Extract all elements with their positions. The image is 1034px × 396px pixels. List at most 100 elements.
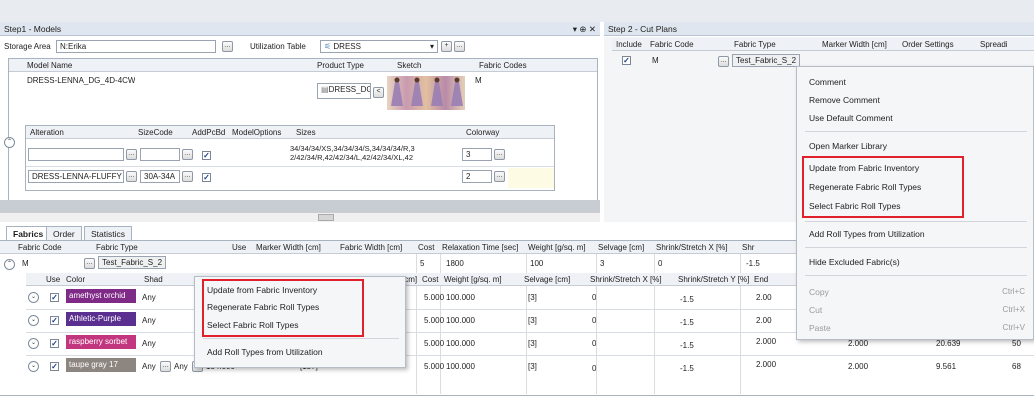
shrink-x-cell[interactable]: 0 [592,339,596,348]
header-fabric-code[interactable]: Fabric Code [650,40,694,49]
header-selvage[interactable]: Selvage [cm] [524,275,570,284]
shade-cell[interactable]: Any [142,362,156,371]
shade2-cell[interactable]: Any [174,362,188,371]
scroll-thumb[interactable] [318,214,334,221]
weight-cell[interactable]: 100.000 [446,316,475,325]
step2-fabric-code[interactable]: M [652,56,659,65]
colorway-browse-button[interactable]: … [494,171,505,182]
header-product-type[interactable]: Product Type [317,61,364,70]
use-checkbox[interactable]: ✓ [50,339,59,348]
weight-cell[interactable]: 100.000 [446,339,475,348]
selvage-cell[interactable]: [3] [528,316,537,325]
header-spreading[interactable]: Spreadi [980,40,1008,49]
fabric-weight[interactable]: 100 [530,259,543,268]
col4-cell[interactable]: 50 [1012,339,1021,348]
chevron-down-icon[interactable]: ⌄ [28,338,39,349]
menu-paste[interactable]: Paste [809,323,831,333]
menu-add-roll-types-utilization[interactable]: Add Roll Types from Utilization [207,347,323,357]
tab-statistics[interactable]: Statistics [84,226,133,240]
menu-copy[interactable]: Copy [809,287,829,297]
header-color[interactable]: Color [66,275,85,284]
end-cell[interactable]: 2.00 [756,293,772,302]
header-selvage[interactable]: Selvage [cm] [598,243,644,252]
sizecode-browse-button[interactable]: … [182,149,193,160]
header-sizes[interactable]: Sizes [296,128,316,137]
header-include[interactable]: Include [616,40,642,49]
header-fabric-code[interactable]: Fabric Code [18,243,62,252]
header-cost[interactable]: Cost [422,275,438,284]
shrink-y-cell[interactable]: -1.5 [680,341,694,350]
header-fabric-codes[interactable]: Fabric Codes [479,61,527,70]
col3-cell[interactable]: 20.639 [936,339,960,348]
color-row[interactable]: ⌄ ✓ taupe gray 17 Any … Any … 134.000 [1… [0,356,1034,378]
utilization-browse-button[interactable]: … [454,41,465,52]
step2-fabric-type[interactable]: Test_Fabric_S_2 [732,54,800,67]
addpcbd-checkbox[interactable]: ✓ [202,173,211,182]
step2-fabric-browse[interactable]: … [718,56,729,67]
menu-open-marker-library[interactable]: Open Marker Library [809,141,887,151]
shade-cell[interactable]: Any [142,316,156,325]
fabric-selvage[interactable]: 3 [600,259,604,268]
header-sizecode[interactable]: SizeCode [138,128,173,137]
end-cell[interactable]: 2.000 [756,360,776,369]
header-shrink-y[interactable]: Shrink/Stretch Y [%] [678,275,749,284]
colorway-field[interactable]: 3 [462,148,492,161]
selvage-cell[interactable]: [3] [528,293,537,302]
chevron-down-icon[interactable]: ⌄ [28,315,39,326]
selvage-cell[interactable]: [3] [528,339,537,348]
shade-browse-button[interactable]: … [160,361,171,372]
use-checkbox[interactable]: ✓ [50,293,59,302]
end-cell[interactable]: 2.000 [756,337,776,346]
alteration-field[interactable]: DRESS-LENNA-FLUFFY [28,170,124,183]
use-checkbox[interactable]: ✓ [50,362,59,371]
alteration-browse-button[interactable]: … [126,171,137,182]
col3-cell[interactable]: 9.561 [936,362,956,371]
weight-cell[interactable]: 100.000 [446,362,475,371]
expand-icon[interactable]: ⌃ [4,259,15,270]
fabric-relax[interactable]: 1800 [446,259,464,268]
sizecode-browse-button[interactable]: … [182,171,193,182]
chevron-down-icon[interactable]: ⌄ [28,361,39,372]
header-use[interactable]: Use [232,243,246,252]
col4-cell[interactable]: 68 [1012,362,1021,371]
cost-cell[interactable]: 5.000 [424,362,444,371]
color-swatch[interactable]: taupe gray 17 [66,358,136,372]
header-shrink-x[interactable]: Shrink/Stretch X [%] [656,243,728,252]
tab-fabrics[interactable]: Fabrics [6,226,51,240]
cost-cell[interactable]: 5.000 [424,316,444,325]
expand-icon[interactable]: ⌃ [4,137,15,148]
header-fabric-type[interactable]: Fabric Type [734,40,776,49]
selvage-cell[interactable]: [3] [528,362,537,371]
header-use[interactable]: Use [46,275,60,284]
chevron-down-icon[interactable]: ⌄ [28,292,39,303]
alteration-field[interactable] [28,148,124,161]
header-shrink-y-truncated[interactable]: Shr [742,243,754,252]
sizes-cell[interactable]: 34/34/34/XS,34/34/34/S,34/34/34/R,3 2/42… [290,144,456,164]
fabric-type-field[interactable]: Test_Fabric_S_2 [98,256,166,269]
fabric-code-cell[interactable]: M [22,259,29,268]
colorway-browse-button[interactable]: … [494,149,505,160]
product-type-field[interactable]: ▤DRESS_DG ▾ [317,83,371,99]
header-addpcbd[interactable]: AddPcBd [192,128,225,137]
utilization-add-button[interactable]: + [441,41,452,52]
header-model-name[interactable]: Model Name [27,61,72,70]
header-marker-width[interactable]: Marker Width [cm] [822,40,887,49]
shrink-y-cell[interactable]: -1.5 [680,295,694,304]
storage-area-field[interactable]: N:Erika [56,40,216,53]
menu-cut[interactable]: Cut [809,305,822,315]
header-modeloptions[interactable]: ModelOptions [232,128,281,137]
header-end[interactable]: End [754,275,768,284]
sizecode-field[interactable] [140,148,180,161]
sizecode-field[interactable]: 30A-34A [140,170,180,183]
utilization-table-select[interactable]: ⚟ DRESS ▾ [320,40,438,53]
tab-order[interactable]: Order [46,226,82,240]
header-fabric-width[interactable]: Fabric Width [cm] [340,243,402,252]
header-fabric-type[interactable]: Fabric Type [96,243,138,252]
include-checkbox[interactable]: ✓ [622,56,631,65]
fabric-cost[interactable]: 5 [420,259,424,268]
shrink-y-cell[interactable]: -1.5 [680,318,694,327]
fabric-codes-cell[interactable]: M [475,76,482,85]
menu-hide-excluded-fabrics[interactable]: Hide Excluded Fabric(s) [809,257,900,267]
step1-window-controls[interactable]: ▾ ⊕ ✕ [573,24,596,35]
header-shade[interactable]: Shad [144,275,163,284]
